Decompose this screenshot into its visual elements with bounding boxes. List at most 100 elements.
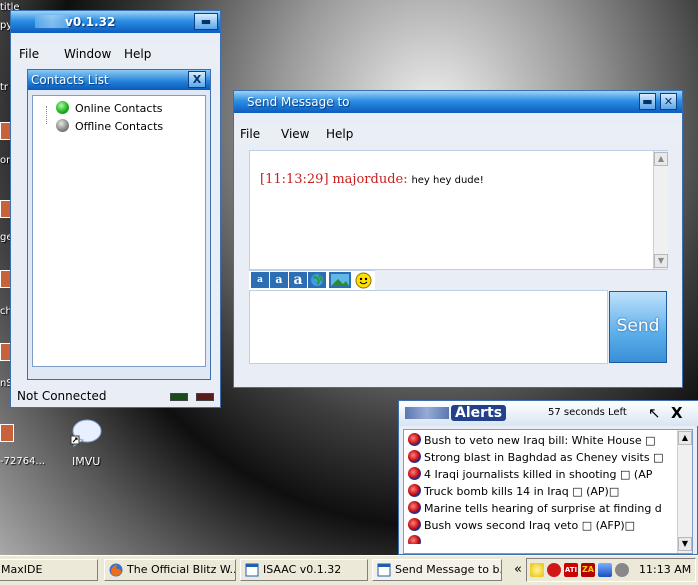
- imvu-label: IMVU: [72, 455, 101, 468]
- alert-item[interactable]: Marine tells hearing of surprise at find…: [408, 501, 662, 518]
- chat-username: majordude:: [332, 172, 408, 187]
- minimize-button[interactable]: ▬: [639, 93, 656, 110]
- alerts-window: Alerts 57 seconds Left ↖ X Bush to veto …: [398, 400, 698, 555]
- alert-item[interactable]: 4 Iraqi journalists killed in shooting □…: [408, 467, 652, 484]
- message-window-title: Send Message to: [247, 95, 350, 109]
- menu-window[interactable]: Window: [64, 47, 111, 61]
- minimize-button[interactable]: ▬: [194, 13, 218, 30]
- red-swirl-icon[interactable]: [547, 563, 561, 577]
- news-icon: [408, 433, 421, 446]
- isaac-titlebar[interactable]: v0.1.32 ▬: [11, 11, 220, 33]
- font-larger-button[interactable]: a: [289, 272, 307, 288]
- news-icon: [408, 535, 421, 544]
- window-icon: [245, 563, 259, 577]
- image-icon[interactable]: [329, 272, 351, 288]
- group-online-contacts[interactable]: Online Contacts: [56, 101, 163, 115]
- speaker-icon[interactable]: [615, 563, 629, 577]
- isaac-title: v0.1.32: [65, 15, 116, 29]
- task-send-message[interactable]: Send Message to b...: [372, 559, 502, 581]
- globe-icon[interactable]: [308, 272, 326, 288]
- news-icon: [408, 501, 421, 514]
- menu-help[interactable]: Help: [124, 47, 151, 61]
- pin-icon[interactable]: ↖: [648, 404, 661, 422]
- clock: 11:13 AM: [639, 563, 692, 576]
- message-menubar: File View Help: [234, 125, 682, 143]
- alert-item[interactable]: Truck bomb kills 14 in Iraq □ (AP)□: [408, 484, 619, 501]
- contacts-panel-title: Contacts List: [31, 73, 109, 87]
- alerts-header: Alerts 57 seconds Left ↖ X: [399, 401, 698, 426]
- speech-bubble-icon: [70, 419, 102, 448]
- contacts-panel-titlebar: Contacts List X: [28, 70, 210, 90]
- alert-item[interactable]: [408, 535, 684, 544]
- font-normal-button[interactable]: a: [270, 272, 288, 288]
- chat-text: hey hey dude!: [411, 175, 484, 186]
- task-label: Send Message to b...: [395, 563, 502, 576]
- zonealarm-icon[interactable]: ZA: [581, 563, 595, 577]
- menu-view[interactable]: View: [281, 127, 309, 141]
- imvu-desktop-shortcut[interactable]: IMVU: [64, 418, 108, 470]
- smiley-icon[interactable]: [355, 272, 372, 289]
- redacted-app-name: [405, 407, 449, 419]
- tree-line: [46, 106, 48, 124]
- send-message-window: Send Message to ▬ ✕ File View Help [11:1…: [233, 90, 683, 388]
- alerts-list: Bush to veto new Iraq bill: White House …: [403, 429, 693, 554]
- alert-item[interactable]: Strong blast in Baghdad as Cheney visits…: [408, 450, 663, 467]
- alert-headline: 4 Iraqi journalists killed in shooting □…: [424, 468, 653, 481]
- menu-help[interactable]: Help: [326, 127, 353, 141]
- message-input[interactable]: [249, 290, 608, 364]
- task-label: ISAAC v0.1.32: [263, 563, 342, 576]
- menu-file[interactable]: File: [240, 127, 260, 141]
- isaac-menubar: File Window Help: [11, 45, 220, 63]
- firefox-icon: [109, 563, 123, 577]
- taskbar: MaxIDE The Official Blitz W... ISAAC v0.…: [0, 555, 698, 585]
- send-button[interactable]: Send: [609, 291, 667, 363]
- news-icon: [408, 450, 421, 463]
- close-icon[interactable]: X: [671, 404, 683, 422]
- task-blitz-browser[interactable]: The Official Blitz W...: [104, 559, 236, 581]
- online-status-icon: [56, 101, 69, 114]
- alerts-title: Alerts: [451, 405, 507, 421]
- group-label: Online Contacts: [75, 102, 163, 115]
- redacted-title-text: [35, 15, 69, 28]
- message-titlebar[interactable]: Send Message to ▬ ✕: [234, 91, 682, 113]
- alert-headline: Strong blast in Baghdad as Cheney visits…: [424, 451, 664, 464]
- connection-status: Not Connected: [17, 389, 107, 403]
- task-isaac[interactable]: ISAAC v0.1.32: [240, 559, 368, 581]
- scroll-down-icon[interactable]: ▼: [654, 254, 668, 268]
- close-icon[interactable]: ✕: [660, 93, 677, 110]
- alerts-countdown: 57 seconds Left: [548, 407, 627, 418]
- tray-expand-chevron[interactable]: «: [514, 562, 522, 577]
- indicator-light-green: [170, 393, 188, 401]
- news-icon: [408, 467, 421, 480]
- desktop-label: tr: [0, 82, 9, 93]
- group-offline-contacts[interactable]: Offline Contacts: [56, 119, 164, 133]
- menu-file[interactable]: File: [19, 47, 39, 61]
- news-icon: [408, 518, 421, 531]
- chat-timestamp: [11:13:29]: [260, 172, 329, 187]
- font-smaller-button[interactable]: a: [251, 272, 269, 288]
- scroll-down-icon[interactable]: ▼: [678, 537, 692, 551]
- offline-status-icon: [56, 119, 69, 132]
- scroll-up-icon[interactable]: ▲: [654, 152, 668, 166]
- task-maxide[interactable]: MaxIDE: [0, 559, 98, 581]
- alert-item[interactable]: Bush to veto new Iraq bill: White House …: [408, 433, 656, 450]
- alert-headline: Marine tells hearing of surprise at find…: [424, 502, 662, 515]
- contacts-panel: Contacts List X Online Contacts Offline …: [27, 69, 211, 380]
- chat-history[interactable]: [11:13:29] majordude: hey hey dude! ▲ ▼: [249, 150, 668, 270]
- alerts-scrollbar[interactable]: ▲ ▼: [677, 430, 692, 553]
- indicator-light-red: [196, 393, 214, 401]
- ati-icon[interactable]: ATI: [564, 563, 578, 577]
- network-icon[interactable]: [598, 563, 612, 577]
- chat-scrollbar[interactable]: ▲ ▼: [653, 151, 668, 269]
- alert-item[interactable]: Bush vows second Iraq veto □ (AFP)□: [408, 518, 635, 535]
- lightbulb-icon[interactable]: [530, 563, 544, 577]
- scroll-up-icon[interactable]: ▲: [678, 431, 692, 445]
- task-label: The Official Blitz W...: [127, 563, 236, 576]
- close-icon[interactable]: X: [188, 71, 206, 88]
- system-tray: ATI ZA 11:13 AM: [526, 558, 696, 582]
- desktop-label: -72764...: [0, 456, 45, 467]
- news-icon: [408, 484, 421, 497]
- desktop-app-icon[interactable]: [0, 424, 14, 442]
- contacts-tree: Online Contacts Offline Contacts: [32, 95, 206, 367]
- group-label: Offline Contacts: [75, 120, 164, 133]
